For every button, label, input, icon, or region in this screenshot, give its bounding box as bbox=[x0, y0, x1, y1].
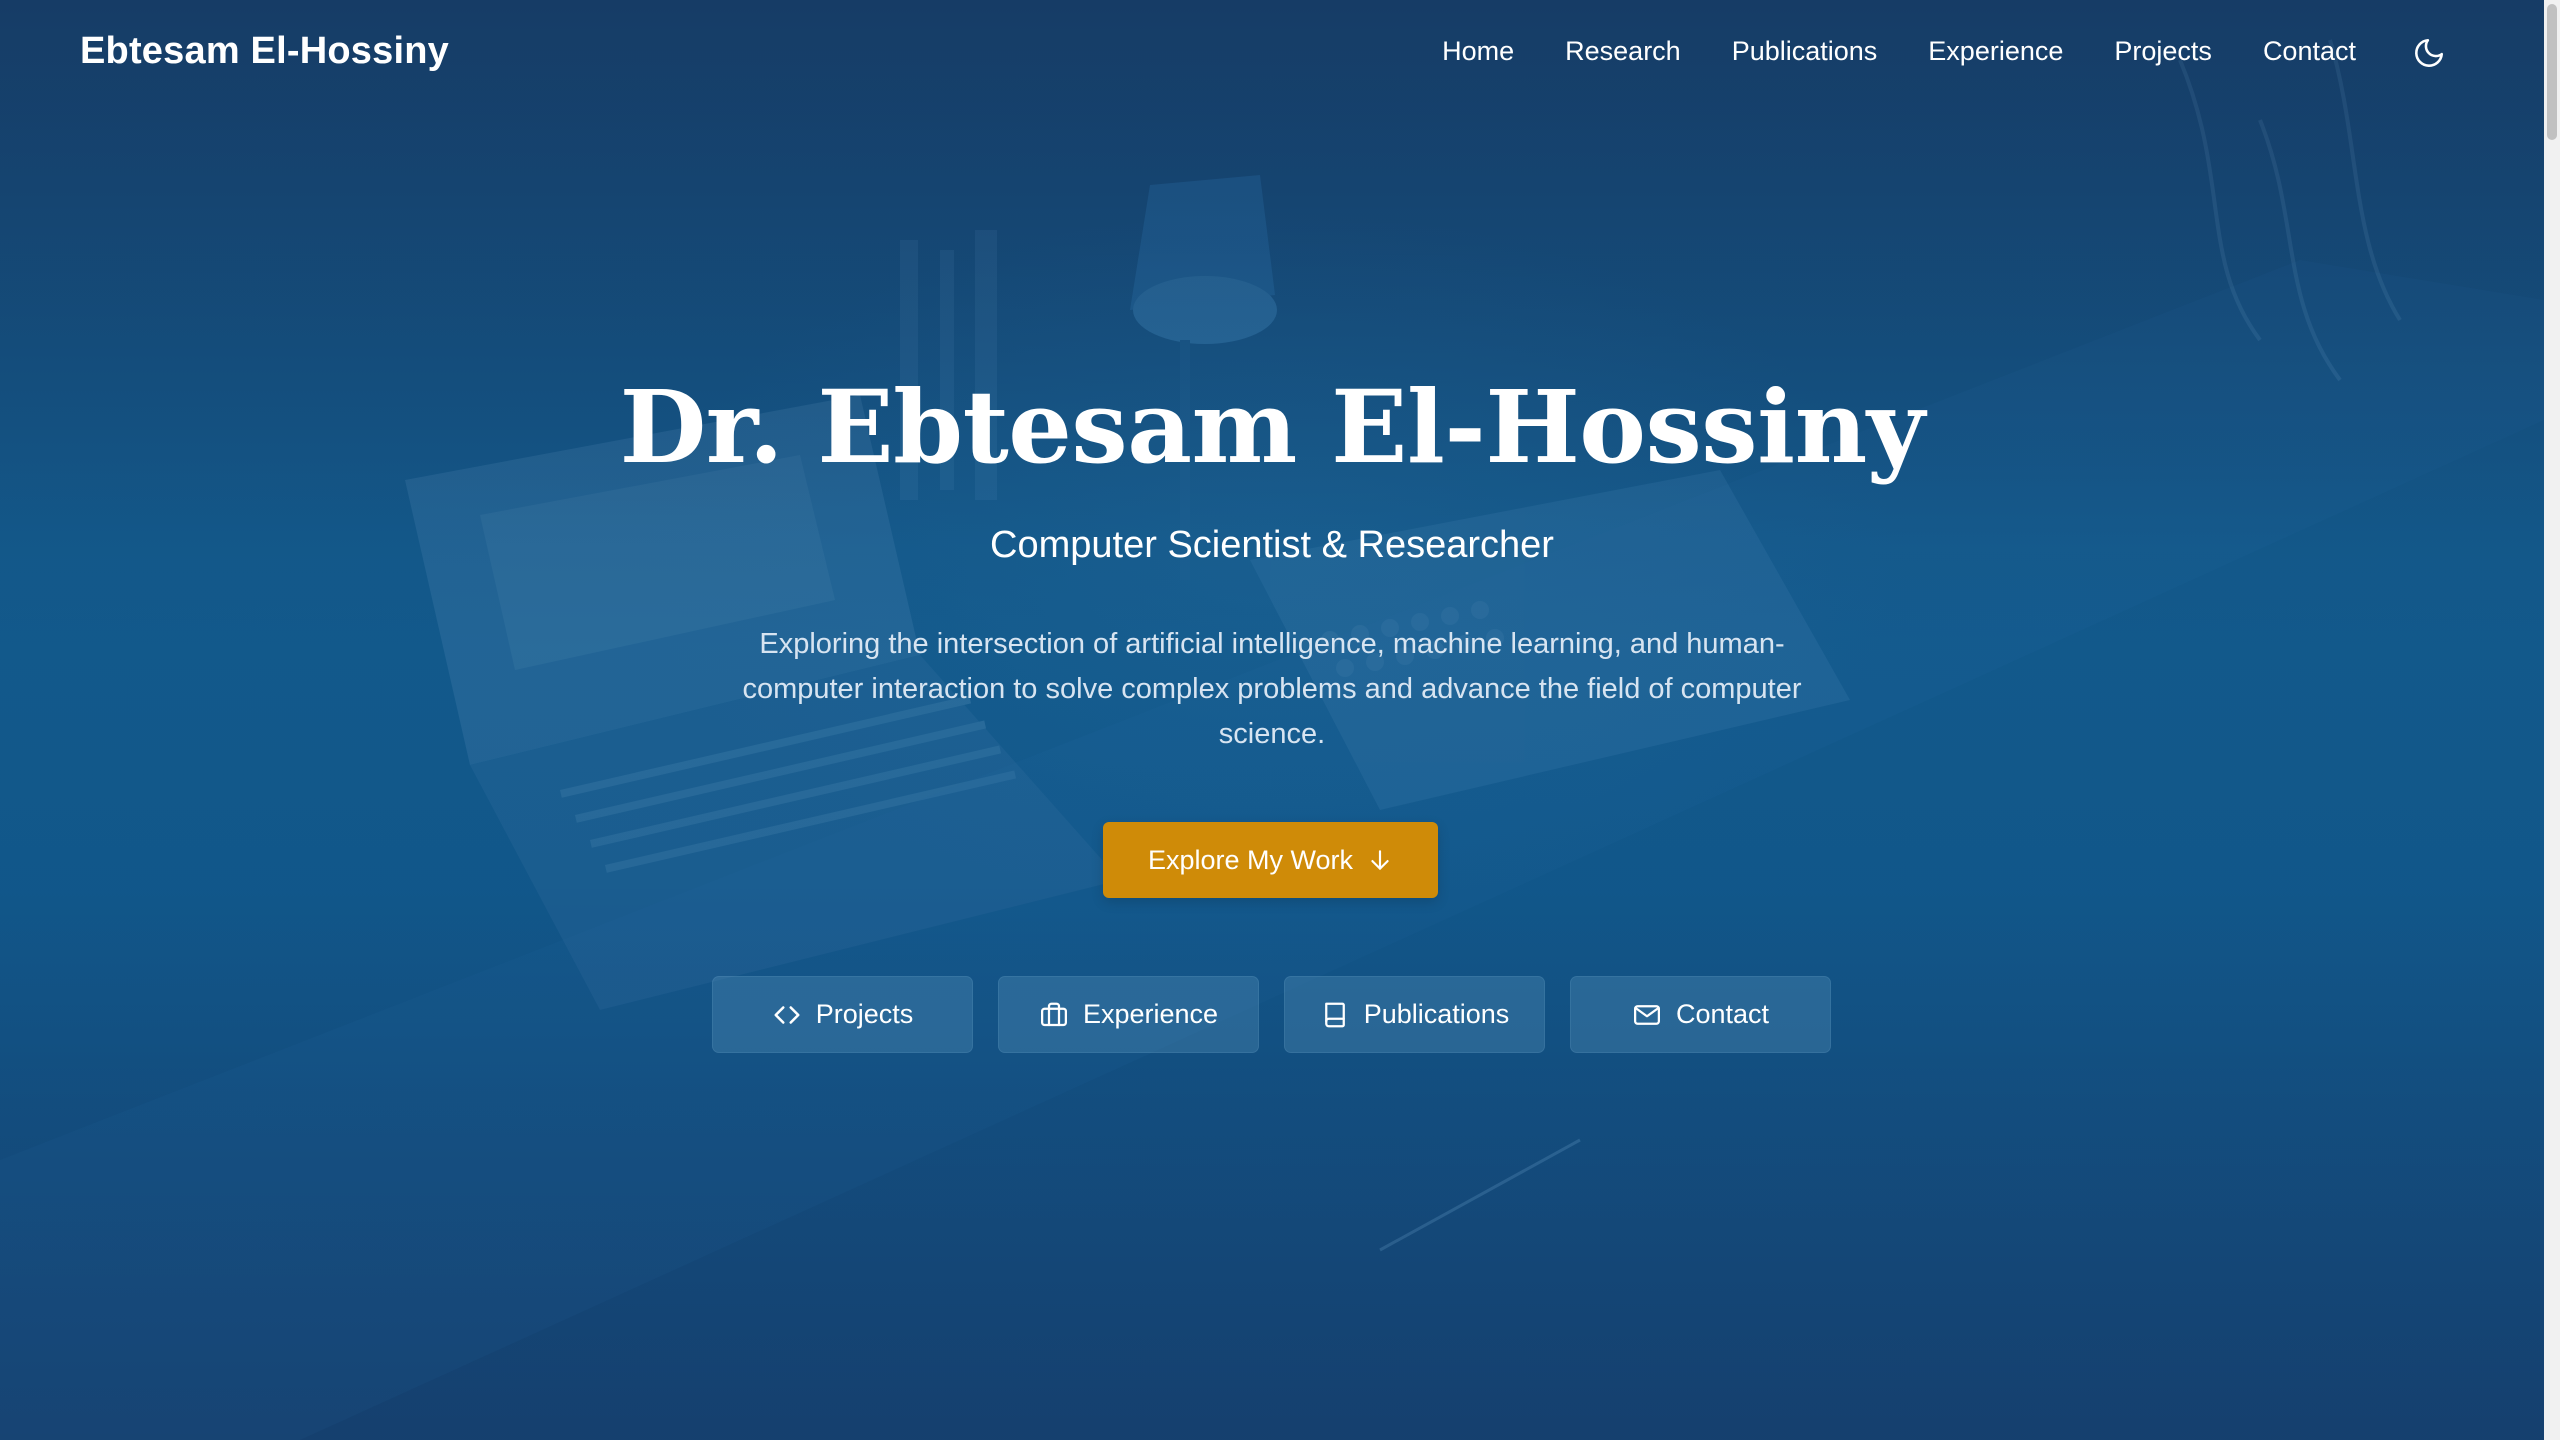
quick-link-experience[interactable]: Experience bbox=[998, 976, 1259, 1053]
code-icon bbox=[774, 1005, 800, 1024]
briefcase-icon bbox=[1040, 1002, 1067, 1026]
nav-link-experience[interactable]: Experience bbox=[1928, 36, 2063, 67]
hero-title: Dr. Ebtesam El-Hossiny bbox=[619, 368, 1925, 486]
nav-link-projects[interactable]: Projects bbox=[2114, 36, 2212, 67]
nav-link-contact[interactable]: Contact bbox=[2263, 36, 2356, 67]
nav-link-research[interactable]: Research bbox=[1565, 36, 1681, 67]
hero-description: Exploring the intersection of artificial… bbox=[742, 628, 1802, 750]
quick-link-contact[interactable]: Contact bbox=[1570, 976, 1831, 1053]
explore-work-button[interactable]: Explore My Work bbox=[1103, 822, 1438, 898]
nav-link-home[interactable]: Home bbox=[1442, 36, 1514, 67]
quick-links: Projects Experience Publications Contact bbox=[712, 976, 1831, 1053]
arrow-down-icon bbox=[1371, 850, 1389, 870]
quick-link-label: Contact bbox=[1675, 999, 1770, 1029]
mail-icon bbox=[1633, 1004, 1660, 1025]
quick-link-label: Publications bbox=[1363, 999, 1510, 1029]
brand-logo[interactable]: Ebtesam El-Hossiny bbox=[80, 30, 449, 73]
nav-links: Home Research Publications Experience Pr… bbox=[1442, 36, 2356, 67]
quick-link-label: Experience bbox=[1082, 999, 1219, 1029]
navbar: Ebtesam El-Hossiny Home Research Publica… bbox=[0, 0, 2544, 108]
scrollbar-thumb[interactable] bbox=[2547, 4, 2557, 140]
quick-link-label: Projects bbox=[815, 999, 914, 1029]
quick-link-projects[interactable]: Projects bbox=[712, 976, 973, 1053]
book-icon bbox=[1324, 1002, 1345, 1027]
page: Ebtesam El-Hossiny Home Research Publica… bbox=[0, 0, 2560, 1440]
hero-subtitle: Computer Scientist & Researcher bbox=[990, 524, 1554, 566]
explore-work-label: Explore My Work bbox=[1147, 844, 1354, 875]
page-scrollbar[interactable] bbox=[2544, 0, 2560, 1440]
theme-toggle-button[interactable] bbox=[2412, 36, 2446, 70]
quick-link-publications[interactable]: Publications bbox=[1284, 976, 1545, 1053]
moon-icon bbox=[2415, 38, 2444, 67]
nav-link-publications[interactable]: Publications bbox=[1732, 36, 1878, 67]
